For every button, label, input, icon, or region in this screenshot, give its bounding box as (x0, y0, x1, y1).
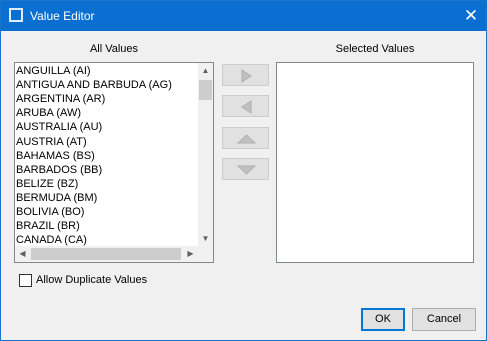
list-item[interactable]: BOLIVIA (BO) (16, 205, 84, 219)
list-item[interactable]: ARGENTINA (AR) (16, 92, 105, 106)
horizontal-scrollbar[interactable]: ◀ ▶ (15, 246, 198, 262)
scroll-up-icon[interactable]: ▲ (198, 63, 213, 78)
list-item[interactable]: ARUBA (AW) (16, 106, 81, 120)
selected-values-list[interactable] (276, 62, 474, 263)
ok-button[interactable]: OK (361, 308, 405, 331)
scroll-right-icon[interactable]: ▶ (183, 246, 198, 261)
move-up-button[interactable] (222, 127, 269, 149)
triangle-down-icon (236, 165, 257, 175)
list-item[interactable]: BELIZE (BZ) (16, 177, 78, 191)
scroll-down-icon[interactable]: ▼ (198, 231, 213, 246)
list-item[interactable]: BAHAMAS (BS) (16, 149, 95, 163)
list-item[interactable]: BARBADOS (BB) (16, 163, 102, 177)
title-bar[interactable]: Value Editor ✕ (1, 1, 486, 31)
list-item[interactable]: ANTIGUA AND BARBUDA (AG) (16, 78, 172, 92)
list-item[interactable]: BRAZIL (BR) (16, 219, 80, 233)
list-item[interactable]: BERMUDA (BM) (16, 191, 97, 205)
move-down-button[interactable] (222, 158, 269, 180)
scroll-left-icon[interactable]: ◀ (15, 246, 30, 261)
vertical-scroll-thumb[interactable] (199, 80, 212, 100)
list-item[interactable]: AUSTRIA (AT) (16, 135, 87, 149)
horizontal-scroll-thumb[interactable] (31, 248, 181, 260)
list-item[interactable]: ANGUILLA (AI) (16, 64, 91, 78)
allow-duplicates-label[interactable]: Allow Duplicate Values (36, 274, 147, 286)
vertical-scrollbar[interactable]: ▲ ▼ (198, 63, 213, 246)
value-editor-window: Value Editor ✕ All Values Selected Value… (0, 0, 487, 341)
selected-values-label: Selected Values (335, 43, 415, 55)
triangle-right-icon (241, 69, 252, 83)
remove-button[interactable] (222, 95, 269, 117)
all-values-label: All Values (89, 43, 139, 55)
window-title: Value Editor (30, 9, 95, 23)
allow-duplicates-checkbox[interactable] (19, 274, 32, 287)
triangle-up-icon (236, 134, 257, 144)
close-icon[interactable]: ✕ (456, 1, 486, 31)
triangle-left-icon (241, 100, 252, 114)
add-button[interactable] (222, 64, 269, 86)
window-app-icon (9, 8, 23, 22)
list-item[interactable]: AUSTRALIA (AU) (16, 120, 102, 134)
cancel-button[interactable]: Cancel (412, 308, 476, 331)
all-values-list[interactable]: ANGUILLA (AI) ANTIGUA AND BARBUDA (AG) ARG… (14, 62, 214, 263)
scrollbar-corner (198, 246, 213, 262)
